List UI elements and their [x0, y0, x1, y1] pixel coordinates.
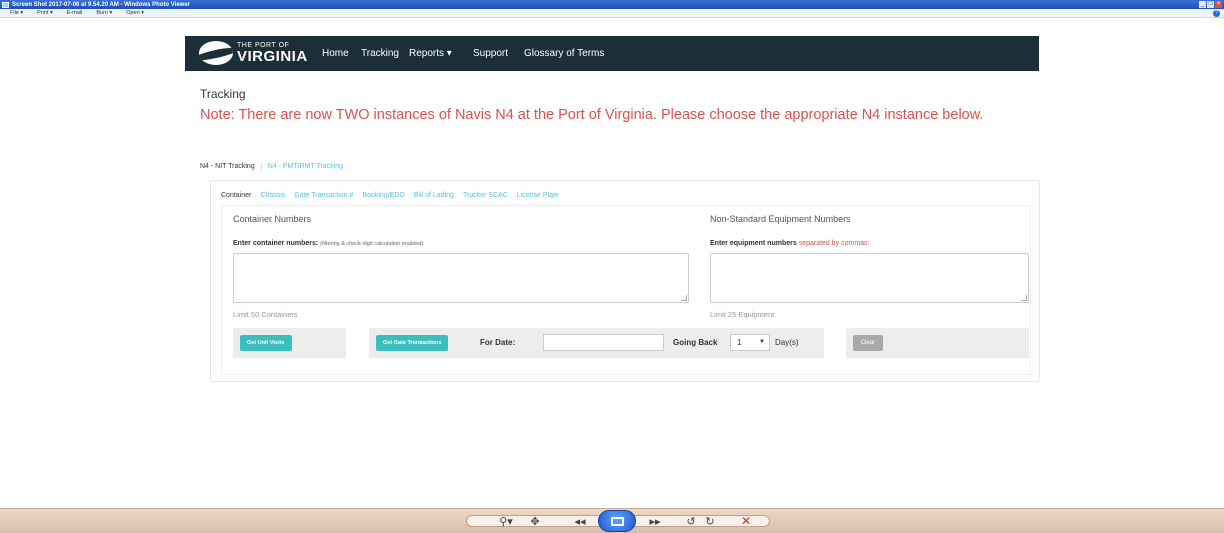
tab-license-plate[interactable]: License Plate — [517, 192, 559, 199]
equipment-limit-note: Limit 25 Equipment — [710, 310, 775, 319]
port-of-virginia-logo[interactable]: THE PORT OF VIRGINIA — [199, 41, 308, 65]
unit-visits-well: Get Unit Visits — [233, 328, 346, 358]
container-numbers-title: Container Numbers — [233, 214, 312, 224]
nav-support[interactable]: Support — [473, 36, 508, 71]
gate-transactions-well: Get Gate Transactions For Date: Going Ba… — [369, 328, 824, 358]
container-search-form: Container Numbers Enter container number… — [221, 205, 1031, 375]
n4-instance-notice: Note: There are now TWO instances of Nav… — [200, 107, 984, 123]
slideshow-icon[interactable] — [598, 510, 636, 532]
zoom-icon[interactable]: ⚲▾ — [495, 513, 517, 529]
previous-icon[interactable]: ◂◂ — [565, 513, 595, 529]
equipment-numbers-label: Enter equipment numbers separated by com… — [710, 240, 870, 247]
photo-viewer-icon — [2, 1, 9, 8]
container-numbers-label: Enter container numbers: (filtering & ch… — [233, 240, 424, 247]
get-gate-transactions-button[interactable]: Get Gate Transactions — [376, 335, 449, 351]
container-numbers-input[interactable] — [233, 253, 689, 303]
close-button[interactable]: × — [1215, 1, 1222, 8]
tab-n4-pmt-rmt[interactable]: N4 - PMT/RMT Tracking — [260, 162, 343, 170]
chevron-down-icon: ▼ — [759, 339, 765, 345]
next-icon[interactable]: ▸▸ — [640, 513, 670, 529]
for-date-input[interactable] — [543, 334, 664, 351]
n4-instance-tabs: N4 - NIT Tracking N4 - PMT/RMT Tracking — [200, 158, 343, 174]
tab-n4-nit[interactable]: N4 - NIT Tracking — [200, 163, 261, 170]
rotate-clockwise-icon[interactable]: ↻ — [703, 513, 717, 529]
delete-icon[interactable]: ✕ — [738, 513, 754, 529]
container-limit-note: Limit 50 Containers — [233, 310, 298, 319]
equipment-numbers-warning: separated by commas: — [798, 240, 870, 247]
menu-burn[interactable]: Burn ▾ — [96, 10, 112, 16]
tab-chassis[interactable]: Chassis — [260, 192, 285, 199]
tab-trucker-scac[interactable]: Trucker SCAC — [463, 192, 508, 199]
menu-email[interactable]: E-mail — [67, 10, 83, 16]
help-icon[interactable]: ? — [1213, 10, 1220, 17]
clear-well: Clear — [846, 328, 1029, 358]
window-titlebar: Screen Shot 2017-07-06 at 9.54.20 AM - W… — [0, 0, 1224, 9]
menu-bar: File ▾ Print ▾ E-mail Burn ▾ Open ▾ ? — [0, 9, 1224, 18]
menu-print[interactable]: Print ▾ — [37, 10, 53, 16]
tab-container[interactable]: Container — [221, 192, 251, 199]
nav-reports[interactable]: Reports ▾ — [409, 36, 452, 71]
menu-open[interactable]: Open ▾ — [126, 10, 144, 16]
for-date-label: For Date: — [480, 338, 516, 347]
tracking-panel: Container Chassis Gate Transaction # Boo… — [210, 180, 1040, 382]
viewer-control-bar: ⚲▾ ✥ ◂◂ ▸▸ ↺ ↻ ✕ — [0, 508, 1224, 533]
days-unit-label: Day(s) — [775, 338, 799, 347]
nav-tracking[interactable]: Tracking — [361, 36, 399, 71]
window-title: Screen Shot 2017-07-06 at 9.54.20 AM - W… — [12, 1, 191, 8]
container-numbers-hint: (filtering & check-digit calculation ena… — [320, 241, 424, 247]
wave-logo-icon — [199, 41, 233, 65]
logo-text-main: VIRGINIA — [237, 48, 308, 65]
actual-size-icon[interactable]: ✥ — [527, 513, 543, 529]
site-navbar: THE PORT OF VIRGINIA Home Tracking Repor… — [185, 36, 1039, 71]
get-unit-visits-button[interactable]: Get Unit Visits — [240, 335, 292, 351]
tab-gate-transaction[interactable]: Gate Transaction # — [294, 192, 353, 199]
minimize-button[interactable]: _ — [1199, 1, 1206, 8]
clear-button[interactable]: Clear — [853, 335, 883, 351]
going-back-select[interactable]: 1 ▼ — [730, 334, 770, 351]
tracking-type-tabs: Container Chassis Gate Transaction # Boo… — [221, 188, 568, 202]
nav-glossary[interactable]: Glossary of Terms — [524, 36, 604, 71]
menu-file[interactable]: File ▾ — [10, 10, 23, 16]
page-title: Tracking — [200, 87, 246, 101]
tab-bill-of-lading[interactable]: Bill of Lading — [414, 192, 454, 199]
tab-booking-edo[interactable]: Booking/EDO — [362, 192, 404, 199]
equipment-numbers-input[interactable] — [710, 253, 1029, 303]
maximize-button[interactable]: □ — [1207, 1, 1214, 8]
nav-home[interactable]: Home — [322, 36, 349, 71]
going-back-label: Going Back — [673, 338, 718, 347]
rotate-counterclockwise-icon[interactable]: ↺ — [684, 513, 698, 529]
equipment-numbers-title: Non-Standard Equipment Numbers — [710, 214, 851, 224]
window-controls: _ □ × — [1199, 0, 1222, 8]
